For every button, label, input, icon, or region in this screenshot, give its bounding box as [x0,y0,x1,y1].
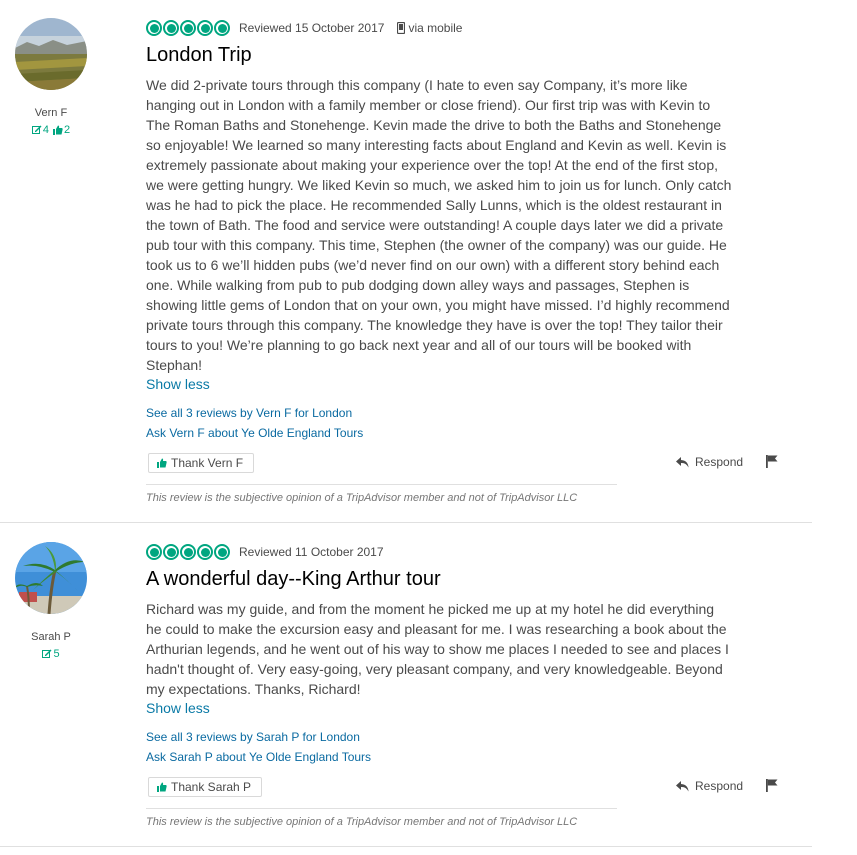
rating-bubble [163,20,179,36]
helpful-votes-count: 2 [64,124,71,136]
review-text-line: one. While walking from pub to pub dodgi… [146,277,690,293]
review-text-line: private tours through this company. The … [146,317,723,333]
see-all-reviews-link[interactable]: See all 3 reviews by Sarah P for London [146,730,360,744]
ask-reviewer-link[interactable]: Ask Sarah P about Ye Olde England Tours [146,750,371,764]
report-flag-button[interactable] [766,779,778,797]
disclaimer: This review is the subjective opinion of… [146,492,578,504]
see-all-reviews-link[interactable]: See all 3 reviews by Vern F for London [146,406,352,420]
rating-bubble [197,544,213,560]
rating-row: Reviewed 11 October 2017 [146,542,384,562]
respond-button[interactable]: Respond [676,455,743,469]
review-text-line: showing little gems of London that on yo… [146,297,730,313]
rating-bubble [197,20,213,36]
member-badges: 4 2 [0,124,102,136]
rating-bubble [214,20,230,36]
reply-arrow-icon [676,780,689,791]
review-text-line: The Roman Baths and Stonehenge. Kevin ma… [146,117,722,133]
respond-label: Respond [695,455,744,469]
bubble-rating [146,544,230,560]
rating-bubble [163,544,179,560]
review-text-line: so enjoyable! We learned so many interes… [146,137,727,153]
review-card: Vern F 4 2 Reviewed 15 October 2017 via … [0,0,812,523]
thumbs-up-icon [53,125,63,135]
pencil-icon [31,125,42,134]
rating-bubble [180,544,196,560]
review-text-line: hadn't thought of. Very easy-going, very… [146,661,723,677]
rating-bubble [146,20,162,36]
thank-label: Thank Sarah P [171,780,252,794]
review-text: Richard was my guide, and from the momen… [146,599,736,699]
thumbs-up-icon [157,458,167,468]
via-mobile: via mobile [397,21,462,35]
review-text-line: Arthurian legends, and he went out of hi… [146,641,729,657]
rating-row: Reviewed 15 October 2017 via mobile [146,18,462,38]
divider [146,808,617,809]
contributions-badge[interactable]: 5 [42,648,60,660]
report-flag-button[interactable] [766,455,778,473]
rating-bubble [214,544,230,560]
review-text-line: Richard was my guide, and from the momen… [146,601,715,617]
review-text-line: we were getting hungry. We liked Kevin s… [146,177,732,193]
review-text-line: the town of Bath. The food and service w… [146,217,724,233]
rating-bubble [180,20,196,36]
mobile-phone-icon [397,22,406,34]
show-less-link[interactable]: Show less [146,376,210,392]
thank-label: Thank Vern F [171,456,244,470]
reply-arrow-icon [676,456,689,467]
review-text-line: We did 2-private tours through this comp… [146,77,688,93]
bubble-rating [146,20,230,36]
respond-label: Respond [695,779,744,793]
thank-button[interactable]: Thank Sarah P [148,777,263,797]
via-label: via mobile [408,21,463,35]
review-text-line: took us to 6 we’ll hidden pubs (we’d nev… [146,257,720,273]
ask-reviewer-link[interactable]: Ask Vern F about Ye Olde England Tours [146,426,363,440]
review-text-line: Stephan! [146,357,203,373]
contributions-count: 4 [42,124,49,136]
review-title[interactable]: A wonderful day--King Arthur tour [146,568,441,591]
member-badges: 5 [0,648,102,660]
review-text-line: extremely passionate about making your e… [146,157,718,173]
review-title[interactable]: London Trip [146,44,252,67]
member-info: Vern F 4 2 [0,18,102,136]
rating-bubble [146,544,162,560]
avatar[interactable] [15,18,87,90]
thumbs-up-icon [157,782,167,792]
flag-icon [766,455,778,468]
avatar[interactable] [15,542,87,614]
review-text-line: hanging out in London with a family memb… [146,97,711,113]
review-date: Reviewed 15 October 2017 [239,21,385,35]
member-info: Sarah P 5 [0,542,102,660]
review-date: Reviewed 11 October 2017 [239,545,384,559]
respond-button[interactable]: Respond [676,779,743,793]
flag-icon [766,779,778,792]
show-less-link[interactable]: Show less [146,700,210,716]
divider [146,484,617,485]
contributions-badge[interactable]: 4 [31,124,49,136]
thank-button[interactable]: Thank Vern F [148,453,255,473]
review-text: We did 2-private tours through this comp… [146,75,736,375]
helpful-votes-badge[interactable]: 2 [53,124,70,136]
review-text-line: tours to you! We’re planning to go back … [146,337,692,353]
username[interactable]: Sarah P [0,631,102,643]
review-card: Sarah P 5 Reviewed 11 October 2017 A won… [0,523,812,847]
username[interactable]: Vern F [0,107,102,119]
review-text-line: he could to make the excursion easy and … [146,621,727,637]
review-text-line: my expectations. Thanks, Richard! [146,681,361,697]
review-text-line: pub tour with this company. This time, S… [146,237,727,253]
review-text-line: was he had to pick the place. He recomme… [146,197,722,213]
disclaimer: This review is the subjective opinion of… [146,816,578,828]
pencil-icon [42,649,52,658]
contributions-count: 5 [53,648,60,660]
